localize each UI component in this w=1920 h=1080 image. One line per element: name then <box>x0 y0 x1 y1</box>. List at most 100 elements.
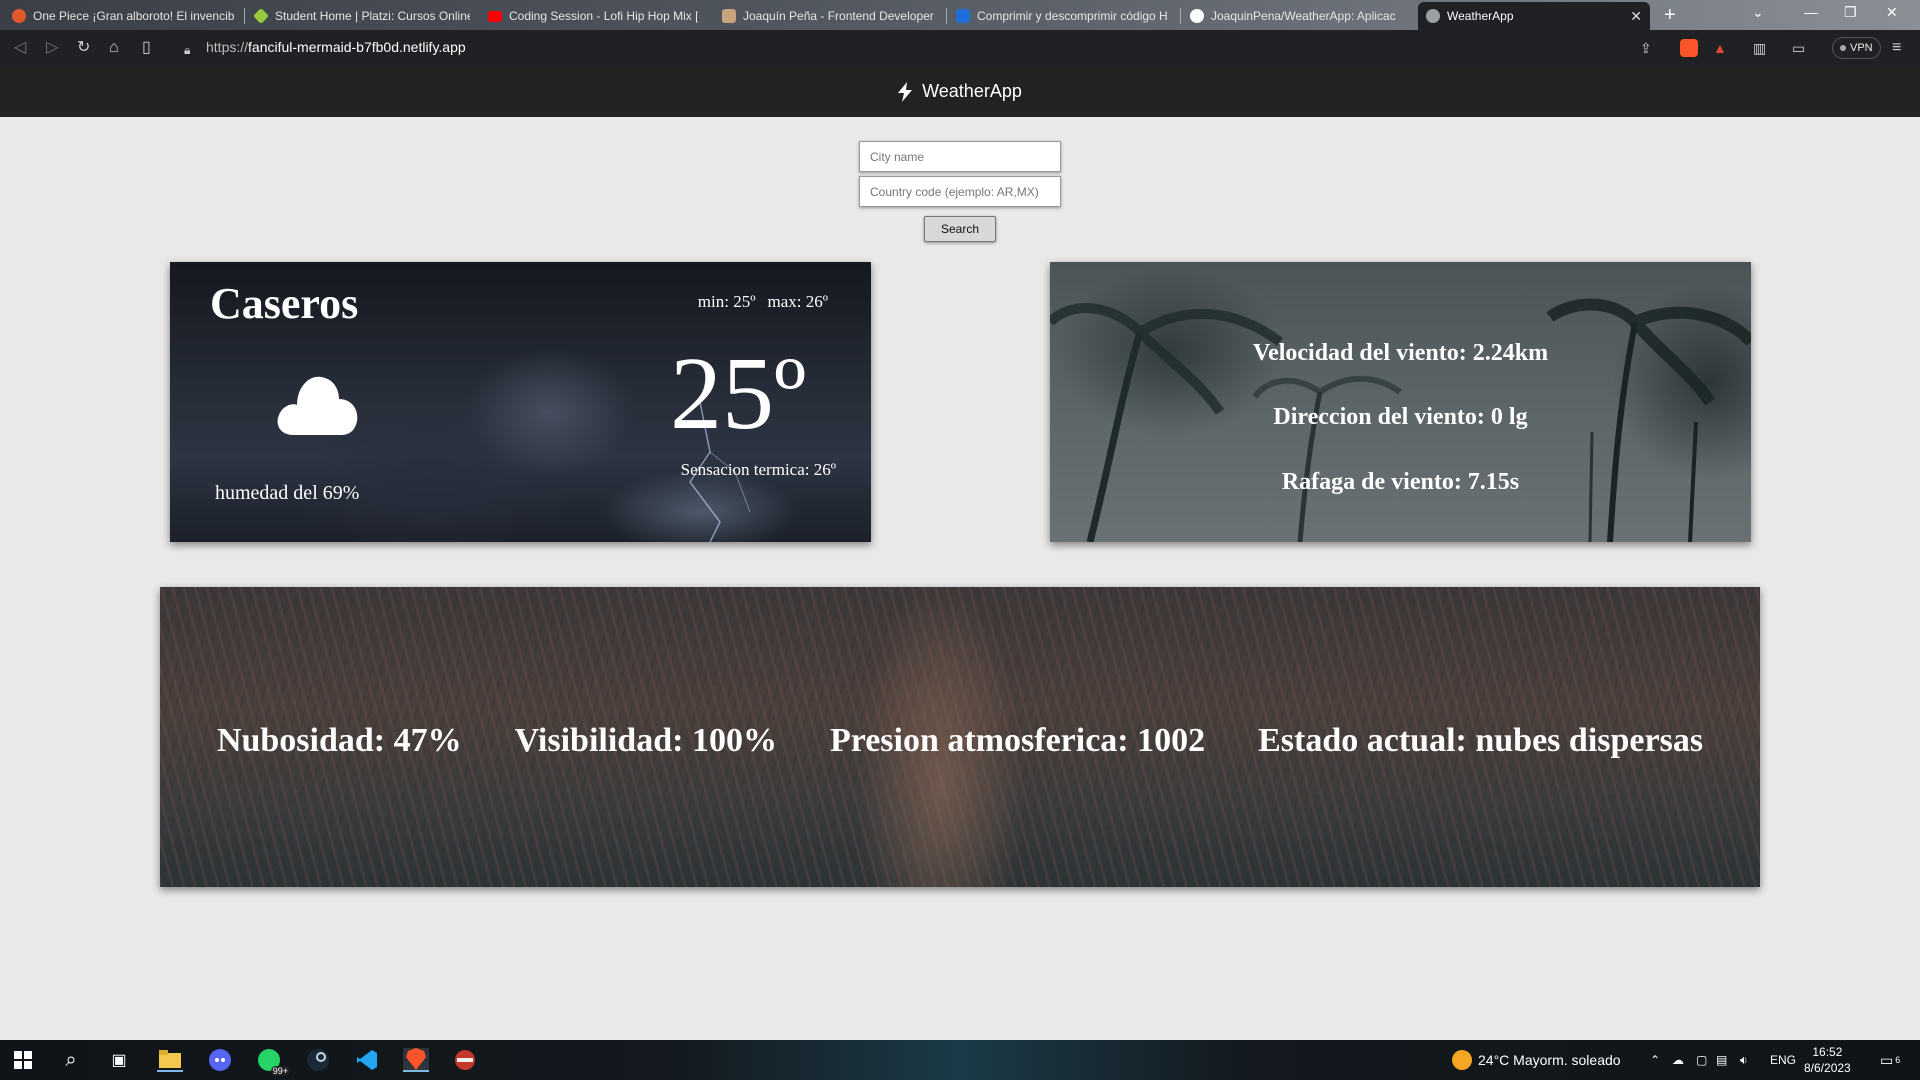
current-weather-card: Caseros min: 25º max: 26º 25º Sensacion t… <box>170 262 871 542</box>
browser-tab-bar: One Piece ¡Gran alboroto! El invencib St… <box>0 0 1920 30</box>
brave-shields-icon[interactable] <box>1680 39 1698 57</box>
browser-tab-title: Joaquín Peña - Frontend Developer <box>743 9 934 23</box>
pressure: Presion atmosferica: 1002 <box>829 722 1206 759</box>
lightning-bolt-icon <box>898 81 913 102</box>
globe-icon <box>1426 9 1440 23</box>
min-max-temperature: min: 25º max: 26º <box>686 292 828 312</box>
new-tab-icon[interactable]: + <box>1664 4 1676 26</box>
tab-separator <box>244 8 245 24</box>
tab-separator <box>1180 8 1181 24</box>
notification-count: 6 <box>1895 1055 1901 1065</box>
browser-tab-title: WeatherApp <box>1447 9 1514 23</box>
browser-toolbar: ◁ ▷ ↻ ⌂ ▯ 🔒︎ https://fanciful-mermaid-b7… <box>0 30 1920 66</box>
steam-icon[interactable] <box>305 1048 331 1072</box>
brave-icon[interactable] <box>403 1048 429 1072</box>
address-bar[interactable]: https://fanciful-mermaid-b7fb0d.netlify.… <box>206 39 466 55</box>
menu-icon[interactable]: ≡ <box>1892 38 1901 58</box>
vpn-button[interactable]: VPN <box>1832 37 1881 59</box>
clock-date: 8/6/2023 <box>1804 1061 1851 1075</box>
palm-trees-decoration <box>1050 298 1751 542</box>
url-scheme: https:// <box>206 39 249 55</box>
back-icon[interactable]: ◁ <box>14 38 26 58</box>
github-icon <box>1190 9 1204 23</box>
clock[interactable]: 16:52 8/6/2023 <box>1804 1044 1851 1076</box>
clock-time: 16:52 <box>1812 1045 1843 1059</box>
tab-separator <box>946 8 947 24</box>
city-name: Caseros <box>210 279 359 328</box>
crunchyroll-icon <box>12 9 26 23</box>
browser-tab[interactable]: Coding Session - Lofi Hip Hop Mix [ <box>480 2 710 30</box>
site-title: WeatherApp <box>922 81 1022 101</box>
reload-icon[interactable]: ↻ <box>77 38 90 58</box>
browser-tab[interactable]: Comprimir y descomprimir código H <box>948 2 1178 30</box>
weather-widget[interactable]: 24°C Mayorm. soleado <box>1452 1040 1621 1080</box>
browser-tab[interactable]: Student Home | Platzi: Cursos Online <box>246 2 478 30</box>
minimize-icon[interactable]: — <box>1804 4 1818 20</box>
windows-start-icon[interactable] <box>10 1048 36 1072</box>
wind-speed: Velocidad del viento: 2.24km <box>1252 340 1549 366</box>
details-row: Nubosidad: 47% Visibilidad: 100% Presion… <box>160 722 1760 760</box>
browser-tab-active[interactable]: WeatherApp ✕ <box>1418 2 1650 30</box>
city-input[interactable] <box>859 141 1061 172</box>
onedrive-icon[interactable]: ☁ <box>1672 1040 1684 1080</box>
task-view-icon[interactable]: ▣ <box>106 1048 132 1072</box>
weather-widget-text: 24°C Mayorm. soleado <box>1478 1052 1621 1068</box>
browser-tab[interactable]: Joaquín Peña - Frontend Developer <box>714 2 944 30</box>
brave-rewards-icon[interactable]: ▲ <box>1713 38 1727 58</box>
network-icon[interactable]: ▤ <box>1716 1040 1727 1080</box>
browser-tab[interactable]: One Piece ¡Gran alboroto! El invencib <box>4 2 242 30</box>
search-icon[interactable]: ⌕ <box>58 1048 84 1072</box>
whatsapp-icon[interactable]: 99+ <box>256 1048 290 1076</box>
share-icon[interactable]: ⇪ <box>1640 38 1652 58</box>
site-header: WeatherApp <box>0 66 1920 117</box>
windows-taskbar: ⌕ ▣ 99+ 24°C Mayorm. soleado ⌃ ☁ ▢ ▤ 🔉︎ … <box>0 1040 1920 1080</box>
display-icon[interactable]: ▢ <box>1696 1040 1707 1080</box>
wind-direction: Direccion del viento: 0 lg <box>1273 404 1528 430</box>
forward-icon[interactable]: ▷ <box>46 38 58 58</box>
humidity: humedad del 69% <box>215 482 360 504</box>
current-condition: Estado actual: nubes dispersas <box>1258 722 1704 759</box>
country-code-input[interactable] <box>859 176 1061 207</box>
cloud-icon <box>277 376 358 435</box>
app-icon[interactable] <box>452 1048 478 1072</box>
browser-tab-title: JoaquinPena/WeatherApp: Aplicac <box>1211 9 1396 23</box>
details-card: Nubosidad: 47% Visibilidad: 100% Presion… <box>160 587 1760 887</box>
max-temperature: max: 26º <box>767 292 828 311</box>
volume-icon[interactable]: 🔉︎ <box>1740 1040 1748 1080</box>
close-window-icon[interactable]: ✕ <box>1886 4 1898 21</box>
wind-gust: Rafaga de viento: 7.15s <box>1281 469 1520 495</box>
vscode-icon[interactable] <box>354 1048 380 1072</box>
bookmark-icon[interactable]: ▯ <box>142 38 151 58</box>
sidebar-icon[interactable]: ▥ <box>1753 38 1766 58</box>
current-temperature: 25º <box>670 336 807 451</box>
browser-tab[interactable]: JoaquinPena/WeatherApp: Aplicac <box>1182 2 1414 30</box>
sun-cloud-icon <box>1452 1050 1472 1070</box>
youtube-icon <box>488 10 502 22</box>
browser-tab-title: One Piece ¡Gran alboroto! El invencib <box>33 9 234 23</box>
show-hidden-icons-icon[interactable]: ⌃ <box>1650 1040 1660 1080</box>
file-explorer-icon[interactable] <box>157 1048 183 1072</box>
chevron-down-icon[interactable]: ⌄ <box>1752 4 1764 21</box>
url-host: fanciful-mermaid-b7fb0d.netlify.app <box>248 39 466 55</box>
browser-tab-title: Student Home | Platzi: Cursos Online <box>275 9 470 23</box>
lock-icon[interactable]: 🔒︎ <box>184 40 190 60</box>
site-favicon-icon <box>956 9 970 23</box>
profile-favicon-icon <box>722 9 736 23</box>
browser-tab-title: Comprimir y descomprimir código H <box>977 9 1168 23</box>
discord-icon[interactable] <box>207 1048 233 1072</box>
notifications-icon[interactable]: ▭ 6 <box>1880 1040 1900 1080</box>
home-icon[interactable]: ⌂ <box>109 38 119 58</box>
wallet-icon[interactable]: ▭ <box>1792 38 1805 58</box>
cloudiness: Nubosidad: 47% <box>216 722 462 759</box>
platzi-icon <box>253 8 269 24</box>
language-indicator[interactable]: ENG <box>1770 1040 1796 1080</box>
wind-card: Velocidad del viento: 2.24km Direccion d… <box>1050 262 1751 542</box>
search-button[interactable]: Search <box>924 216 996 242</box>
browser-tab-title: Coding Session - Lofi Hip Hop Mix [ <box>509 9 699 23</box>
min-temperature: min: 25º <box>697 292 756 311</box>
whatsapp-badge: 99+ <box>270 1066 290 1076</box>
restore-icon[interactable]: ❐ <box>1844 4 1857 21</box>
feels-like-temperature: Sensacion termica: 26º <box>680 460 836 479</box>
close-tab-icon[interactable]: ✕ <box>1630 8 1642 25</box>
visibility: Visibilidad: 100% <box>514 722 777 759</box>
